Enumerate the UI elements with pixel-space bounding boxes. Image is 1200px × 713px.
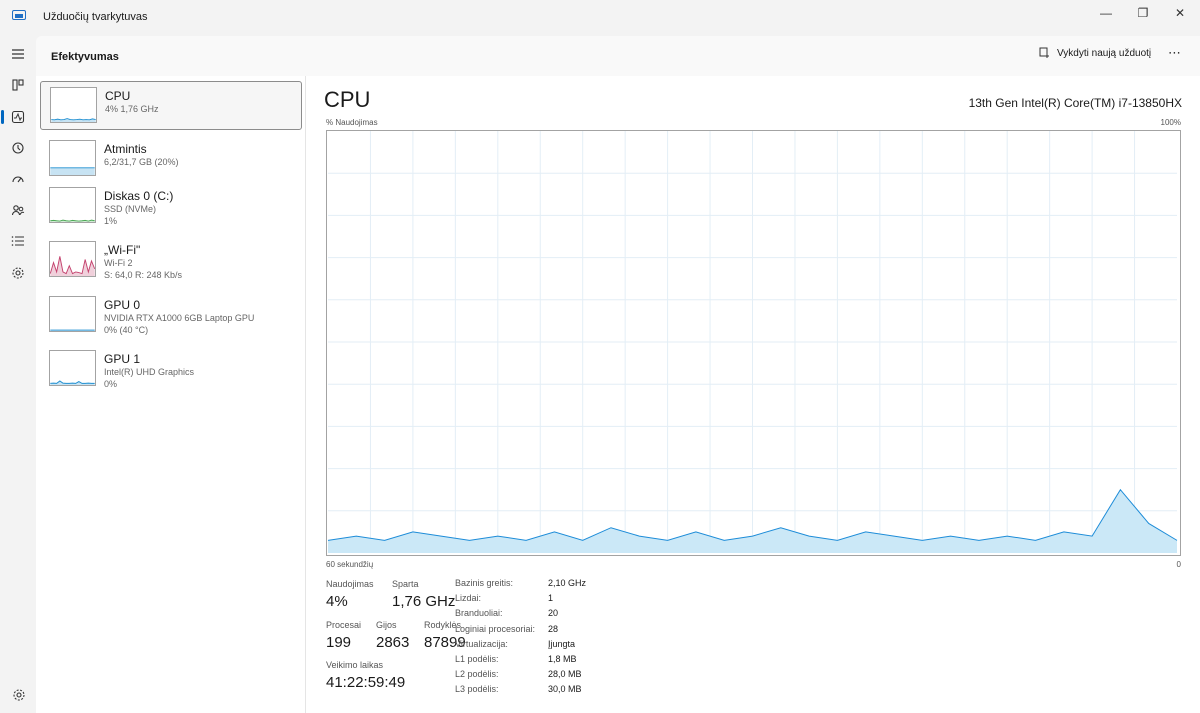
run-new-task-label: Vykdyti naują užduotį — [1057, 47, 1152, 59]
perf-item-name: GPU 1 — [104, 352, 141, 366]
perf-item-detail: Wi-Fi 2 — [104, 258, 133, 268]
users-icon[interactable] — [6, 198, 30, 222]
perf-item-diskas-0-c[interactable]: Diskas 0 (C:) SSD (NVMe) 1% — [40, 182, 302, 231]
spec-value: 30,0 MB — [548, 684, 582, 695]
services-icon[interactable] — [6, 261, 30, 285]
perf-item-detail: Intel(R) UHD Graphics — [104, 367, 195, 377]
spec-value: 20 — [548, 608, 559, 619]
minimize-button[interactable]: — — [1088, 0, 1124, 26]
spec-value: 28 — [548, 623, 559, 634]
run-new-task-button[interactable]: Vykdyti naują užduotį — [1039, 47, 1151, 59]
perf-item-detail: NVIDIA RTX A1000 6GB Laptop GPU — [104, 313, 255, 323]
speed-value: 1,76 GHz — [392, 593, 456, 610]
startup-apps-icon[interactable] — [6, 167, 30, 191]
usage-value: 4% — [326, 593, 348, 610]
graph-x-label: 60 sekundžių — [326, 560, 374, 569]
perf-item-gpu-1[interactable]: GPU 1 Intel(R) UHD Graphics 0% — [40, 345, 302, 394]
perf-item-detail: 0% (40 °C) — [104, 325, 149, 335]
uptime-value: 41:22:59:49 — [326, 674, 406, 691]
page-header: Efektyvumas Vykdyti naują užduotį ⋯ — [36, 36, 1200, 76]
main-content: CPU 4% 1,76 GHz Atmintis 6,2/31,7 GB (20%) D… — [36, 76, 1200, 713]
spec-label: Virtualizacija: — [455, 638, 508, 649]
perf-thumbnail-line — [50, 380, 95, 384]
task-manager-icon — [12, 10, 26, 20]
cpu-usage-graph — [326, 130, 1181, 556]
detail-pane: CPU 13th Gen Intel(R) Core(TM) i7-13850H… — [306, 76, 1200, 713]
performance-icon[interactable] — [1, 105, 30, 129]
perf-item-detail: 4% 1,76 GHz — [105, 104, 159, 114]
window-title: Užduočių tvarkytuvas — [43, 11, 148, 23]
cpu-model: 13th Gen Intel(R) Core(TM) i7-13850HX — [968, 96, 1182, 110]
close-button[interactable]: ✕ — [1162, 0, 1198, 26]
perf-thumbnail — [50, 87, 97, 123]
processes-value: 199 — [326, 634, 352, 651]
perf-thumbnail — [49, 350, 96, 386]
graph-y-label: % Naudojimas — [326, 118, 378, 127]
perf-item-gpu-0[interactable]: GPU 0 NVIDIA RTX A1000 6GB Laptop GPU 0% (… — [40, 291, 302, 340]
usage-label: Naudojimas — [326, 579, 374, 589]
uptime-label: Veikimo laikas — [326, 660, 384, 670]
processes-label: Procesai — [326, 620, 362, 630]
title-bar: Užduočių tvarkytuvas — ❐ ✕ — [0, 0, 1200, 36]
spec-label: Bazinis greitis: — [455, 578, 514, 588]
perf-thumbnail — [49, 296, 96, 332]
new-task-icon — [1039, 47, 1049, 58]
spec-value: Įjungta — [548, 638, 576, 649]
perf-item-name: GPU 0 — [104, 298, 141, 312]
perf-thumbnail-line — [50, 256, 95, 275]
perf-item-detail: S: 64,0 R: 248 Kb/s — [104, 270, 183, 280]
perf-thumbnail-line — [51, 118, 96, 121]
spec-label: L3 podėlis: — [455, 684, 499, 695]
spec-label: Branduoliai: — [455, 608, 503, 619]
perf-thumbnail-fill — [50, 167, 95, 175]
more-options-button[interactable]: ⋯ — [1168, 45, 1182, 61]
processes-icon[interactable] — [6, 73, 30, 97]
spec-label: Lizdai: — [455, 593, 482, 604]
spec-value: 28,0 MB — [548, 669, 582, 680]
perf-item-detail: SSD (NVMe) — [104, 204, 157, 214]
spec-label: L1 podėlis: — [455, 654, 499, 664]
speed-label: Sparta — [392, 579, 419, 589]
threads-value: 2863 — [376, 634, 410, 651]
app-history-icon[interactable] — [6, 136, 30, 160]
spec-label: Loginiai procesoriai: — [455, 623, 536, 634]
perf-item-detail: 6,2/31,7 GB (20%) — [104, 157, 179, 167]
perf-item-atmintis[interactable]: Atmintis 6,2/31,7 GB (20%) — [40, 135, 302, 184]
perf-item-name: Diskas 0 (C:) — [104, 189, 174, 203]
spec-value: 1,8 MB — [548, 654, 577, 664]
perf-thumbnail — [49, 187, 96, 223]
perf-item-name: „Wi-Fi" — [104, 243, 141, 257]
spec-value: 1 — [548, 593, 554, 604]
performance-list: CPU 4% 1,76 GHz Atmintis 6,2/31,7 GB (20%) D… — [36, 76, 306, 713]
perf-item-detail: 1% — [104, 216, 118, 226]
details-icon[interactable] — [6, 229, 30, 253]
nav-rail — [0, 36, 36, 713]
perf-thumbnail — [49, 241, 96, 277]
perf-item-wi-fi[interactable]: „Wi-Fi" Wi-Fi 2 S: 64,0 R: 248 Kb/s — [40, 236, 302, 285]
perf-item-name: CPU — [105, 89, 131, 103]
graph-y-max: 100% — [1160, 118, 1181, 127]
graph-x-min: 0 — [1176, 560, 1181, 569]
spec-label: L2 podėlis: — [455, 669, 499, 680]
hamburger-icon[interactable] — [6, 42, 30, 66]
perf-item-cpu[interactable]: CPU 4% 1,76 GHz — [40, 81, 302, 130]
page-title: Efektyvumas — [51, 51, 119, 63]
perf-item-name: Atmintis — [104, 142, 147, 156]
threads-label: Gijos — [376, 620, 397, 630]
spec-value: 2,10 GHz — [548, 578, 587, 588]
perf-item-detail: 0% — [104, 379, 118, 389]
detail-title: CPU — [324, 87, 371, 112]
settings-icon[interactable] — [12, 688, 26, 702]
perf-thumbnail — [49, 140, 96, 176]
maximize-button[interactable]: ❐ — [1125, 0, 1161, 26]
